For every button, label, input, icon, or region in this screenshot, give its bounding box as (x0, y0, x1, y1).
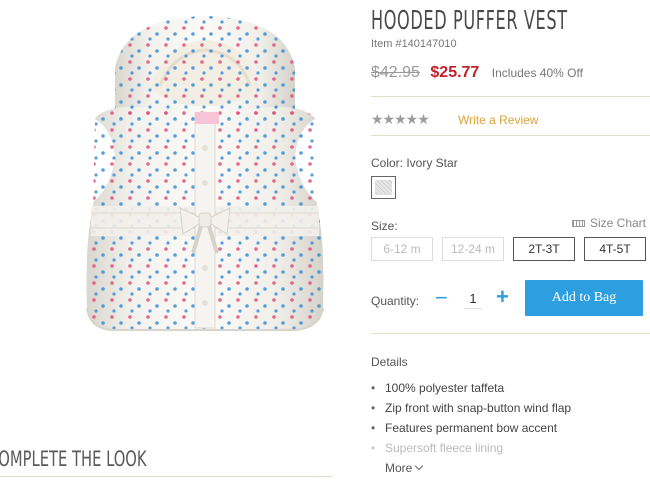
star-rating-icon: ★★★★★ (371, 111, 430, 127)
product-image[interactable] (55, 8, 355, 348)
divider (371, 135, 650, 136)
ruler-icon (571, 220, 585, 228)
size-label: Size: (371, 219, 398, 233)
swatch-pattern-icon (375, 180, 392, 195)
ivory-star-swatch[interactable] (371, 176, 396, 199)
add-to-bag-button[interactable]: Add to Bag (525, 280, 643, 316)
item-number: Item #140147010 (371, 38, 457, 50)
write-review-link[interactable]: Write a Review (458, 113, 538, 127)
complete-the-look-text: COMPLETE THE LOOK (0, 447, 147, 471)
quantity-increase-button[interactable]: + (496, 286, 509, 308)
quantity-decrease-button[interactable]: − (435, 287, 448, 309)
details-heading: Details (371, 355, 408, 369)
size-option-2t-3t[interactable]: 2T-3T (513, 237, 575, 261)
detail-item: Features permanent bow accent (371, 418, 571, 438)
original-price: $42.95 (371, 64, 420, 81)
quantity-label: Quantity: (371, 294, 420, 308)
size-chart-label: Size Chart (589, 216, 646, 230)
more-label: More (385, 461, 413, 475)
product-title: HOODED PUFFER VEST (371, 6, 568, 36)
size-option-12-24m[interactable]: 12-24 m (442, 237, 504, 261)
chevron-down-icon (415, 461, 424, 471)
divider (371, 96, 650, 97)
divider (371, 333, 650, 334)
discount-note: Includes 40% Off (491, 66, 583, 80)
detail-item: 100% polyester taffeta (371, 378, 571, 398)
price-block: $42.95 $25.77 Includes 40% Off (371, 64, 583, 82)
rating-stars[interactable]: ★★★★★ (371, 111, 430, 129)
sale-price: $25.77 (430, 64, 480, 81)
details-list: 100% polyester taffeta Zip front with sn… (371, 378, 571, 458)
detail-item: Supersoft fleece lining (371, 438, 571, 458)
quantity-input[interactable]: 1 (464, 289, 482, 309)
more-details-toggle[interactable]: More (385, 461, 424, 475)
size-chart-link[interactable]: Size Chart (571, 216, 646, 230)
color-label: Color: Ivory Star (371, 156, 458, 170)
detail-item: Zip front with snap-button wind flap (371, 398, 571, 418)
complete-the-look-heading: COMPLETE THE LOOK (0, 447, 332, 477)
size-option-6-12m[interactable]: 6-12 m (371, 237, 433, 261)
size-option-4t-5t[interactable]: 4T-5T (584, 237, 646, 261)
